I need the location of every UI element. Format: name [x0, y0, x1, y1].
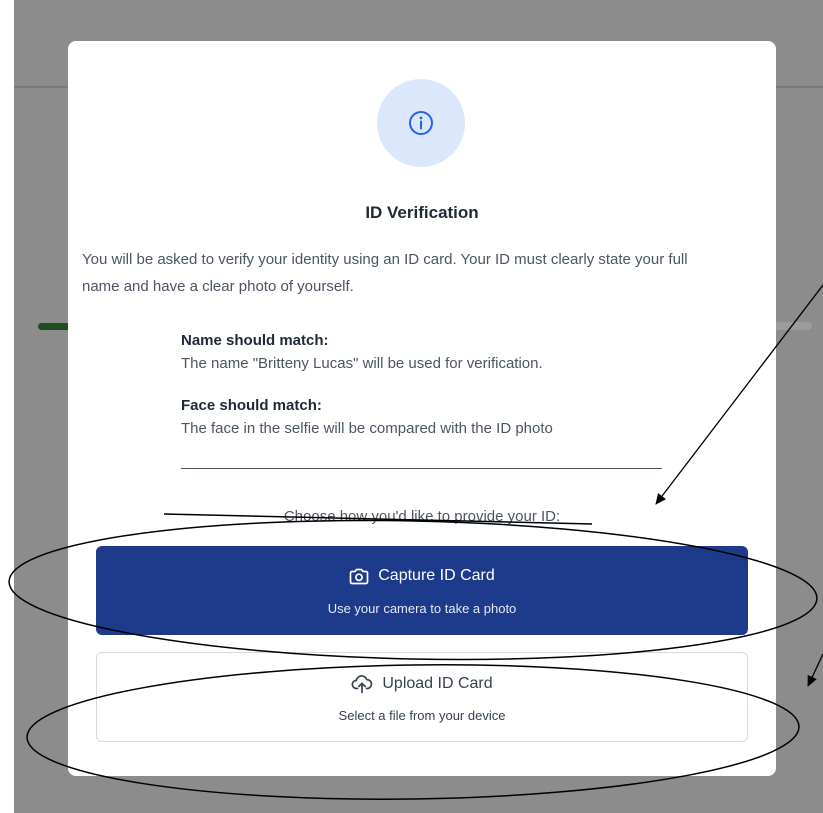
- background-progress-track: [772, 322, 812, 330]
- requirement-heading: Name should match:: [181, 332, 329, 349]
- choose-method-prompt: Choose how you'd like to provide your ID…: [283, 508, 561, 525]
- info-icon: [409, 111, 433, 135]
- cloud-upload-icon: [351, 675, 373, 694]
- capture-id-card-label: Capture ID Card: [378, 567, 495, 584]
- upload-id-card-label: Upload ID Card: [382, 675, 493, 692]
- background-progress-indicator: [38, 323, 72, 330]
- capture-id-card-button[interactable]: Capture ID Card Use your camera to take …: [96, 546, 748, 635]
- requirement-text: The name "Britteny Lucas" will be used f…: [181, 355, 543, 372]
- requirement-name-match: Name should match: The name "Britteny Lu…: [181, 331, 701, 377]
- camera-icon: [349, 568, 369, 585]
- dialog-description: You will be asked to verify your identit…: [82, 251, 688, 295]
- dialog-title: ID Verification: [365, 203, 479, 222]
- info-icon-badge: [377, 79, 465, 167]
- requirement-text: The face in the selfie will be compared …: [181, 420, 553, 437]
- section-divider: [181, 468, 662, 469]
- requirement-face-match: Face should match: The face in the selfi…: [181, 396, 701, 442]
- id-verification-dialog: ID Verification You will be asked to ver…: [68, 41, 776, 776]
- upload-id-card-sublabel: Select a file from your device: [338, 708, 506, 723]
- requirement-heading: Face should match:: [181, 397, 322, 414]
- capture-id-card-sublabel: Use your camera to take a photo: [327, 601, 517, 616]
- upload-id-card-button[interactable]: Upload ID Card Select a file from your d…: [96, 652, 748, 742]
